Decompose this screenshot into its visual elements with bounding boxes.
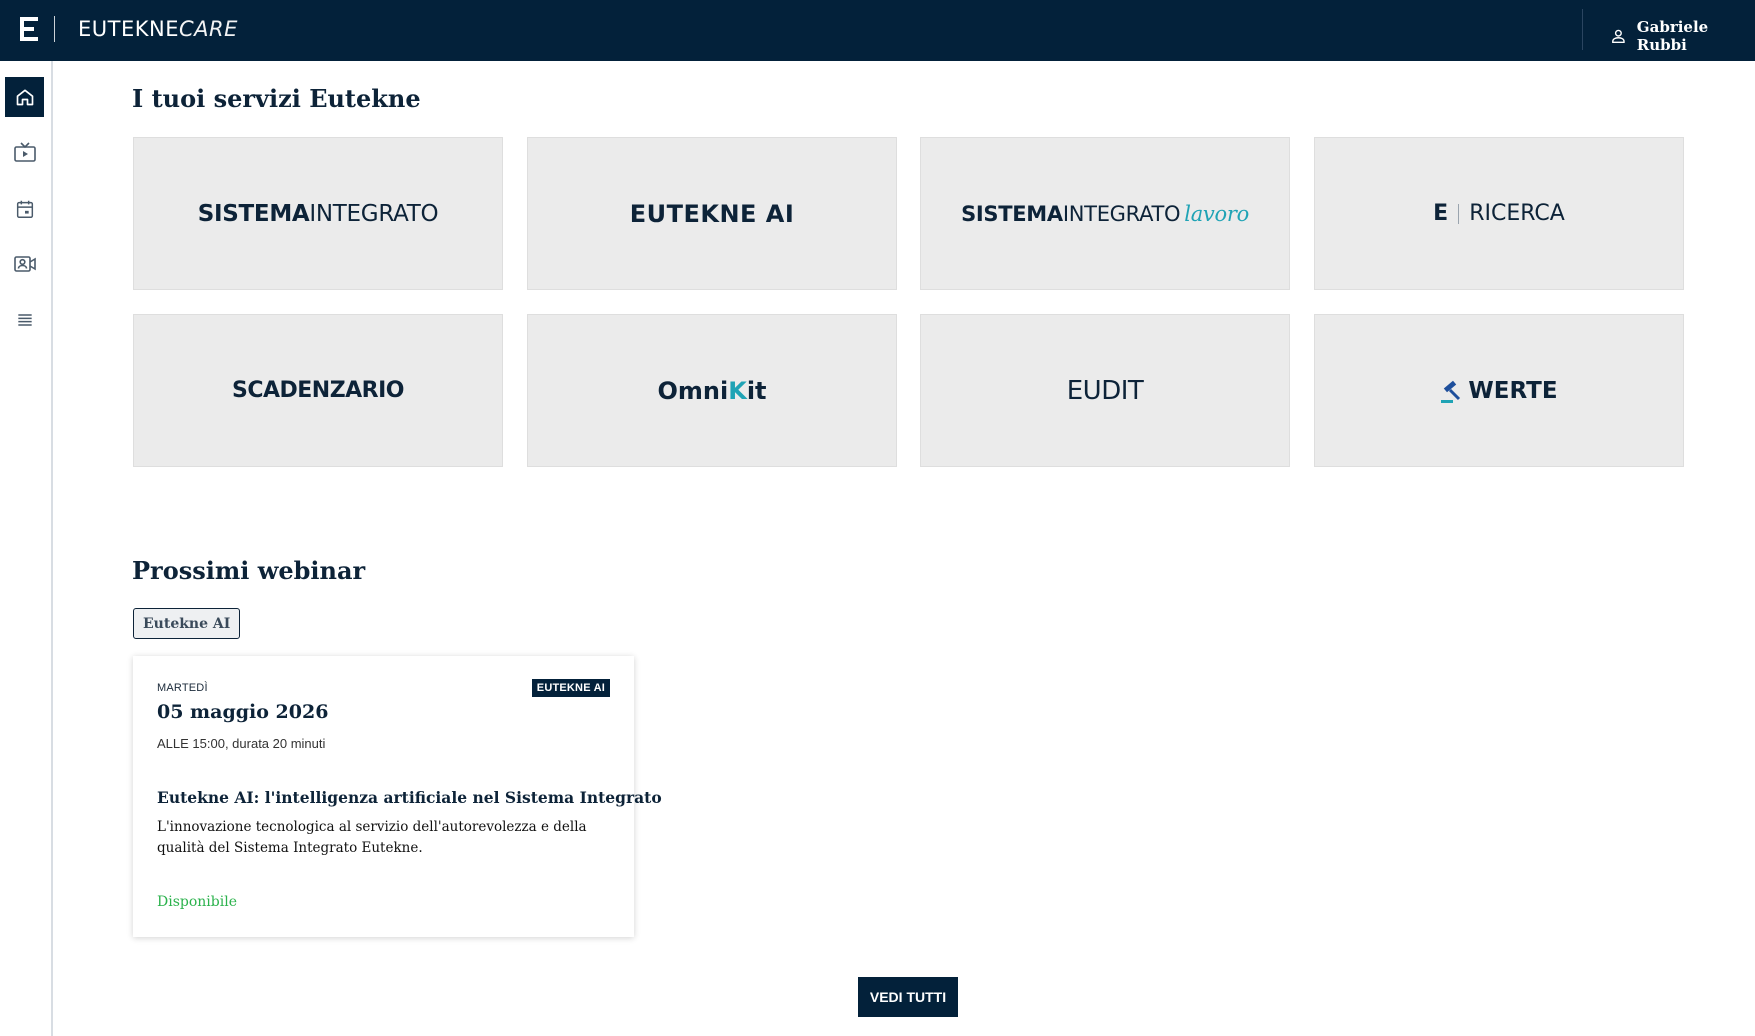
scadenzario-logo: SCADENZARIO (231, 378, 405, 403)
service-card-sistema-integrato[interactable]: SISTEMAINTEGRATO (133, 137, 503, 290)
logo-sistema-text: SISTEMA (197, 200, 310, 227)
top-bar: EUTEKNECARE Gabriele Rubbi (0, 0, 1755, 61)
logo-integrato-text: INTEGRATO (1062, 201, 1181, 226)
eutekne-logo-icon[interactable] (20, 17, 38, 41)
webinar-date: 05 maggio 2026 (157, 701, 329, 723)
user-icon (1612, 29, 1625, 43)
gavel-icon (1441, 380, 1461, 403)
user-divider (1582, 9, 1583, 50)
sidebar-item-tv[interactable] (5, 133, 44, 173)
service-card-eutekne-ai[interactable]: EUTEKNE AI (527, 137, 897, 290)
sidebar (0, 61, 53, 1036)
webinar-day: MARTEDÌ (157, 682, 208, 694)
video-contact-icon (13, 256, 36, 272)
see-all-button[interactable]: VEDI TUTTI (858, 977, 958, 1017)
service-card-scadenzario[interactable]: SCADENZARIO (133, 314, 503, 467)
sidebar-item-calendar[interactable] (5, 189, 44, 229)
sistema-integrato-logo: SISTEMAINTEGRATO (198, 201, 439, 227)
werte-logo: WERTE (1440, 377, 1558, 404)
services-title: I tuoi servizi Eutekne (132, 84, 421, 113)
omnikit-logo: OmniKit (657, 377, 766, 405)
service-card-sistema-integrato-lavoro[interactable]: SISTEMAINTEGRATO lavoro (920, 137, 1290, 290)
logo-sistema-text: SISTEMA (961, 201, 1063, 226)
user-menu[interactable]: Gabriele Rubbi (1610, 18, 1755, 54)
calendar-icon (16, 200, 33, 218)
service-card-ricerca[interactable]: E RICERCA (1314, 137, 1684, 290)
home-icon (16, 89, 33, 106)
logo-e-mark: E (1433, 201, 1449, 226)
logo-ricerca-text: RICERCA (1469, 201, 1565, 226)
sidebar-item-home[interactable] (5, 77, 44, 117)
service-card-werte[interactable]: WERTE (1314, 314, 1684, 467)
logo-integrato-text: INTEGRATO (309, 200, 439, 227)
service-card-eudit[interactable]: EUDIT (920, 314, 1290, 467)
logo-k-text: K (728, 376, 747, 405)
webinar-title[interactable]: Eutekne AI: l'intelligenza artificiale n… (157, 788, 662, 807)
logo-lavoro-text: lavoro (1184, 201, 1249, 226)
brand-main: EUTEKNE (78, 17, 179, 41)
service-card-omnikit[interactable]: OmniKit (527, 314, 897, 467)
list-icon (17, 314, 32, 326)
eudit-logo: EUDIT (1066, 375, 1144, 406)
webinar-category-badge: EUTEKNE AI (531, 679, 610, 697)
ricerca-logo: E RICERCA (1433, 201, 1565, 226)
webinar-filter-eutekne-ai[interactable]: Eutekne AI (133, 608, 241, 639)
webinar-description: L'innovazione tecnologica al servizio de… (157, 819, 587, 856)
logo-divider (54, 16, 55, 42)
user-name: Gabriele Rubbi (1636, 18, 1709, 54)
webinars-title: Prossimi webinar (132, 556, 366, 585)
sidebar-item-list[interactable] (5, 300, 44, 340)
brand-suffix: CARE (178, 17, 238, 41)
logo-omni-text: Omni (657, 376, 729, 405)
sistema-integrato-lavoro-logo: SISTEMAINTEGRATO lavoro (961, 202, 1249, 226)
sidebar-item-video-contact[interactable] (5, 244, 44, 284)
webinar-card[interactable]: MARTEDÌ EUTEKNE AI 05 maggio 2026 ALLE 1… (133, 656, 662, 937)
eutekne-ai-logo: EUTEKNE AI (629, 199, 795, 228)
logo-it-text: it (746, 376, 767, 405)
logo-divider (1458, 203, 1460, 224)
brand-wordmark[interactable]: EUTEKNECARE (78, 17, 238, 41)
tv-icon (13, 142, 36, 162)
logo-werte-text: WERTE (1468, 377, 1558, 404)
webinar-status: Disponibile (157, 894, 237, 910)
webinar-time: ALLE 15:00, durata 20 minuti (157, 736, 326, 751)
